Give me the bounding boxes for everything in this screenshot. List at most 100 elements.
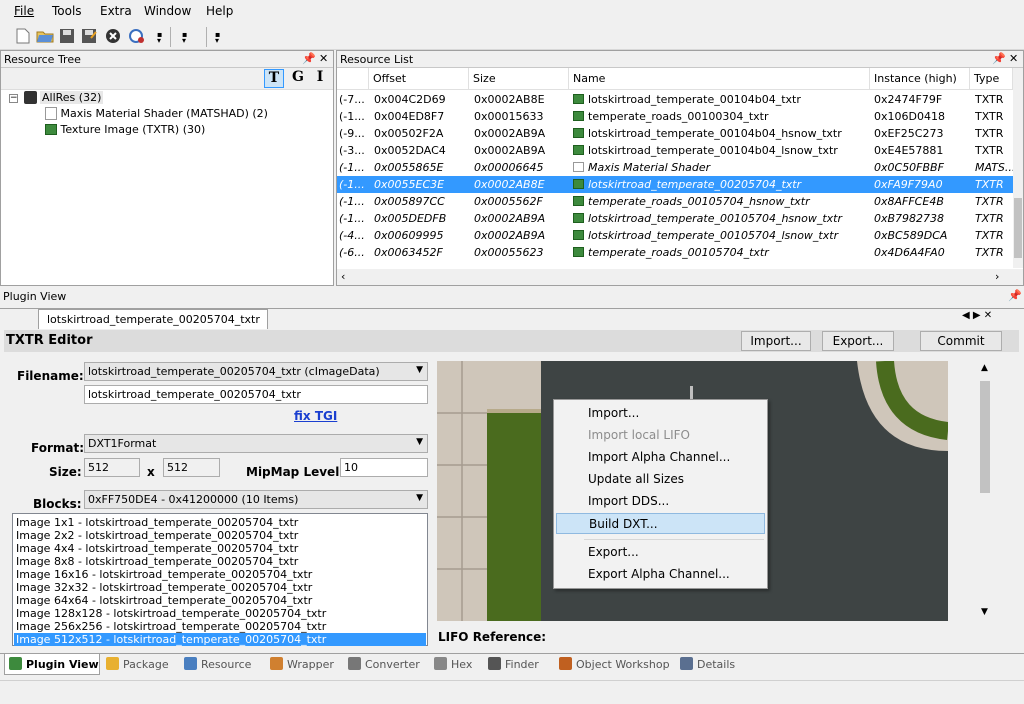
table-row[interactable]: (-6... 0x0063452F 0x00055623 temperate_road… <box>337 244 1013 261</box>
tab-nav-arrows[interactable]: ◀ ▶ ✕ <box>962 310 992 321</box>
table-row[interactable]: (-1... 0x005897CC 0x0005562F temperate_road… <box>337 193 1013 210</box>
open-folder-icon[interactable] <box>36 27 54 45</box>
filename-combo[interactable]: lotskirtroad_temperate_00205704_txtr (cI… <box>84 362 428 381</box>
table-row[interactable]: (-4... 0x00609995 0x0002AB9A lotskirtroad_t… <box>337 227 1013 244</box>
list-item[interactable]: Image 2x2 - lotskirtroad_temperate_00205… <box>14 529 426 542</box>
menu-help[interactable]: Help <box>206 4 233 18</box>
list-item[interactable]: Image 1x1 - lotskirtroad_temperate_00205… <box>14 516 426 529</box>
context-menu-item[interactable]: Export... <box>556 542 765 563</box>
menu-extra[interactable]: Extra <box>100 4 132 18</box>
filename-field[interactable]: lotskirtroad_temperate_00205704_txtr <box>84 385 428 404</box>
commit-button[interactable]: Commit <box>920 331 1002 351</box>
toolbar-separator-2 <box>206 27 207 47</box>
column-header-instance[interactable]: Instance (high) <box>870 68 970 90</box>
format-combo[interactable]: DXT1Format ▼ <box>84 434 428 453</box>
size-height-field[interactable]: 512 <box>163 458 220 477</box>
menu-tools[interactable]: Tools <box>52 4 82 18</box>
cell-size: 0x0002AB9A <box>474 127 546 140</box>
tab-object-workshop[interactable]: Object Workshop <box>555 654 673 675</box>
toolbar-dropdown-icon-3[interactable]: ▪ ▾ <box>215 31 221 45</box>
plugin-view-icon <box>9 657 22 670</box>
tab-plugin-view[interactable]: Plugin View <box>4 654 100 675</box>
column-header-offset[interactable]: Offset <box>369 68 469 90</box>
tab-hex[interactable]: Hex <box>430 654 482 675</box>
tree-node-txtr[interactable]: Texture Image (TXTR) (30) <box>45 123 205 136</box>
column-header-pre[interactable] <box>337 68 369 90</box>
mode-i-button[interactable]: I <box>310 69 330 88</box>
scrollbar-thumb[interactable] <box>980 381 990 493</box>
vertical-scrollbar[interactable] <box>1013 68 1023 268</box>
context-menu-item[interactable]: Export Alpha Channel... <box>556 564 765 585</box>
finder-icon <box>488 657 501 670</box>
scroll-right-icon[interactable]: › <box>995 270 999 283</box>
search-settings-icon[interactable] <box>128 27 146 45</box>
column-header-name[interactable]: Name <box>569 68 870 90</box>
save-icon[interactable] <box>58 27 76 45</box>
pin-icon[interactable]: 📌 <box>1008 289 1022 302</box>
cell-type: TXTR <box>975 195 1004 208</box>
scroll-left-icon[interactable]: ‹ <box>341 270 345 283</box>
export-button[interactable]: Export... <box>822 331 894 351</box>
context-menu-item[interactable]: Import... <box>556 403 765 424</box>
collapse-icon[interactable]: − <box>9 94 18 103</box>
context-menu-item[interactable]: Import DDS... <box>556 491 765 512</box>
preview-scrollbar[interactable]: ▲ ▼ <box>976 361 994 621</box>
object-workshop-icon <box>559 657 572 670</box>
list-item[interactable]: Image 4x4 - lotskirtroad_temperate_00205… <box>14 542 426 555</box>
mipmap-field[interactable]: 10 <box>340 458 428 477</box>
table-row[interactable]: (-3... 0x0052DAC4 0x0002AB9A lotskirtroad_t… <box>337 142 1013 159</box>
context-menu-item[interactable]: Update all Sizes <box>556 469 765 490</box>
table-row[interactable]: (-7... 0x004C2D69 0x0002AB8E lotskirtroad_t… <box>337 91 1013 108</box>
fix-tgi-link[interactable]: fix TGI <box>294 409 337 423</box>
list-item[interactable]: Image 128x128 - lotskirtroad_temperate_0… <box>14 607 426 620</box>
list-item[interactable]: Image 32x32 - lotskirtroad_temperate_002… <box>14 581 426 594</box>
mode-t-button[interactable]: T <box>264 69 284 88</box>
tab-wrapper[interactable]: Wrapper <box>266 654 342 675</box>
tree-root[interactable]: − AllRes (32) <box>9 91 104 104</box>
scroll-down-icon[interactable]: ▼ <box>981 607 988 617</box>
list-item[interactable]: Image 8x8 - lotskirtroad_temperate_00205… <box>14 555 426 568</box>
table-row[interactable]: (-9... 0x00502F2A 0x0002AB9A lotskirtroad_t… <box>337 125 1013 142</box>
save-as-icon[interactable] <box>80 27 98 45</box>
tab-finder[interactable]: Finder <box>484 654 552 675</box>
context-menu-item[interactable]: Import local LIFO <box>556 425 765 446</box>
scrollbar-thumb[interactable] <box>1014 198 1022 258</box>
list-item[interactable]: Image 64x64 - lotskirtroad_temperate_002… <box>14 594 426 607</box>
horizontal-scrollbar[interactable]: ‹ › <box>337 269 1023 285</box>
table-row[interactable]: (-1... 0x0055865E 0x00006645 Maxis Material… <box>337 159 1015 176</box>
cell-pre: (-3... <box>339 144 365 157</box>
pin-icon[interactable]: 📌 <box>302 52 316 65</box>
menu-window[interactable]: Window <box>144 4 191 18</box>
table-row[interactable]: (-1... 0x005DEDFB 0x0002AB9A lotskirtroad_t… <box>337 210 1013 227</box>
close-icon[interactable]: ✕ <box>319 52 328 65</box>
tab-converter[interactable]: Converter <box>344 654 428 675</box>
cell-instance: 0x8AFFCE4B <box>874 195 944 208</box>
document-tab[interactable]: lotskirtroad_temperate_00205704_txtr <box>38 309 268 329</box>
table-row[interactable]: (-1... 0x004ED8F7 0x00015633 temperate_road… <box>337 108 1013 125</box>
tree-node-matshad[interactable]: Maxis Material Shader (MATSHAD) (2) <box>45 107 268 120</box>
tab-details[interactable]: Details <box>676 654 746 675</box>
blocks-combo[interactable]: 0xFF750DE4 - 0x41200000 (10 Items) ▼ <box>84 490 428 509</box>
tab-package[interactable]: Package <box>102 654 178 675</box>
menu-file[interactable]: File <box>14 4 34 18</box>
pin-icon[interactable]: 📌 <box>992 52 1006 65</box>
column-header-type[interactable]: Type <box>970 68 1013 90</box>
tab-resource[interactable]: Resource <box>180 654 264 675</box>
context-menu-item[interactable]: Build DXT... <box>556 513 765 534</box>
size-width-field[interactable]: 512 <box>84 458 140 477</box>
list-item[interactable]: Image 256x256 - lotskirtroad_temperate_0… <box>14 620 426 633</box>
scroll-up-icon[interactable]: ▲ <box>981 363 988 373</box>
list-item[interactable]: Image 16x16 - lotskirtroad_temperate_002… <box>14 568 426 581</box>
blocks-listbox[interactable]: Image 1x1 - lotskirtroad_temperate_00205… <box>12 513 428 646</box>
new-file-icon[interactable] <box>14 27 32 45</box>
list-item[interactable]: Image 512x512 - lotskirtroad_temperate_0… <box>14 633 426 646</box>
mode-g-button[interactable]: G <box>288 69 308 88</box>
table-row[interactable]: (-1... 0x0055EC3E 0x0002AB8E lotskirtroad_t… <box>337 176 1013 193</box>
toolbar-dropdown-icon[interactable]: ▪ ▾ <box>157 31 163 45</box>
column-header-size[interactable]: Size <box>469 68 569 90</box>
import-button[interactable]: Import... <box>741 331 811 351</box>
context-menu-item[interactable]: Import Alpha Channel... <box>556 447 765 468</box>
close-icon[interactable]: ✕ <box>1009 52 1018 65</box>
toolbar-dropdown-icon-2[interactable]: ▪ ▾ <box>182 31 188 45</box>
close-circle-icon[interactable] <box>104 27 122 45</box>
